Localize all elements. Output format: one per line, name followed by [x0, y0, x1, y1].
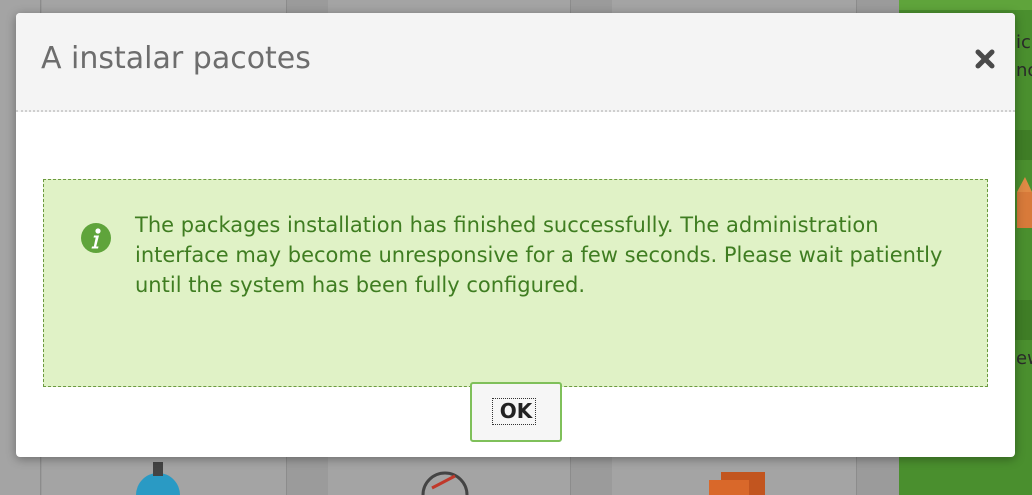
bg-partial-text: no	[1016, 60, 1032, 81]
bg-partial-text: ew	[1016, 348, 1032, 369]
close-button[interactable]	[972, 46, 1000, 74]
ok-button[interactable]: OK	[470, 382, 562, 442]
dialog-header: A instalar pacotes	[16, 13, 1015, 112]
globe-icon	[136, 462, 180, 495]
firewall-icon	[1017, 177, 1032, 228]
package-icon	[709, 472, 765, 495]
gauge-icon	[421, 471, 469, 495]
close-icon[interactable]	[972, 46, 998, 72]
ok-button-label: OK	[499, 399, 533, 423]
install-dialog: A instalar pacotes The packages installa…	[16, 13, 1015, 457]
success-message-text: The packages installation has finished s…	[135, 213, 943, 297]
dialog-title: A instalar pacotes	[41, 41, 311, 76]
info-icon	[81, 223, 111, 253]
bg-partial-text: ic	[1016, 32, 1031, 53]
